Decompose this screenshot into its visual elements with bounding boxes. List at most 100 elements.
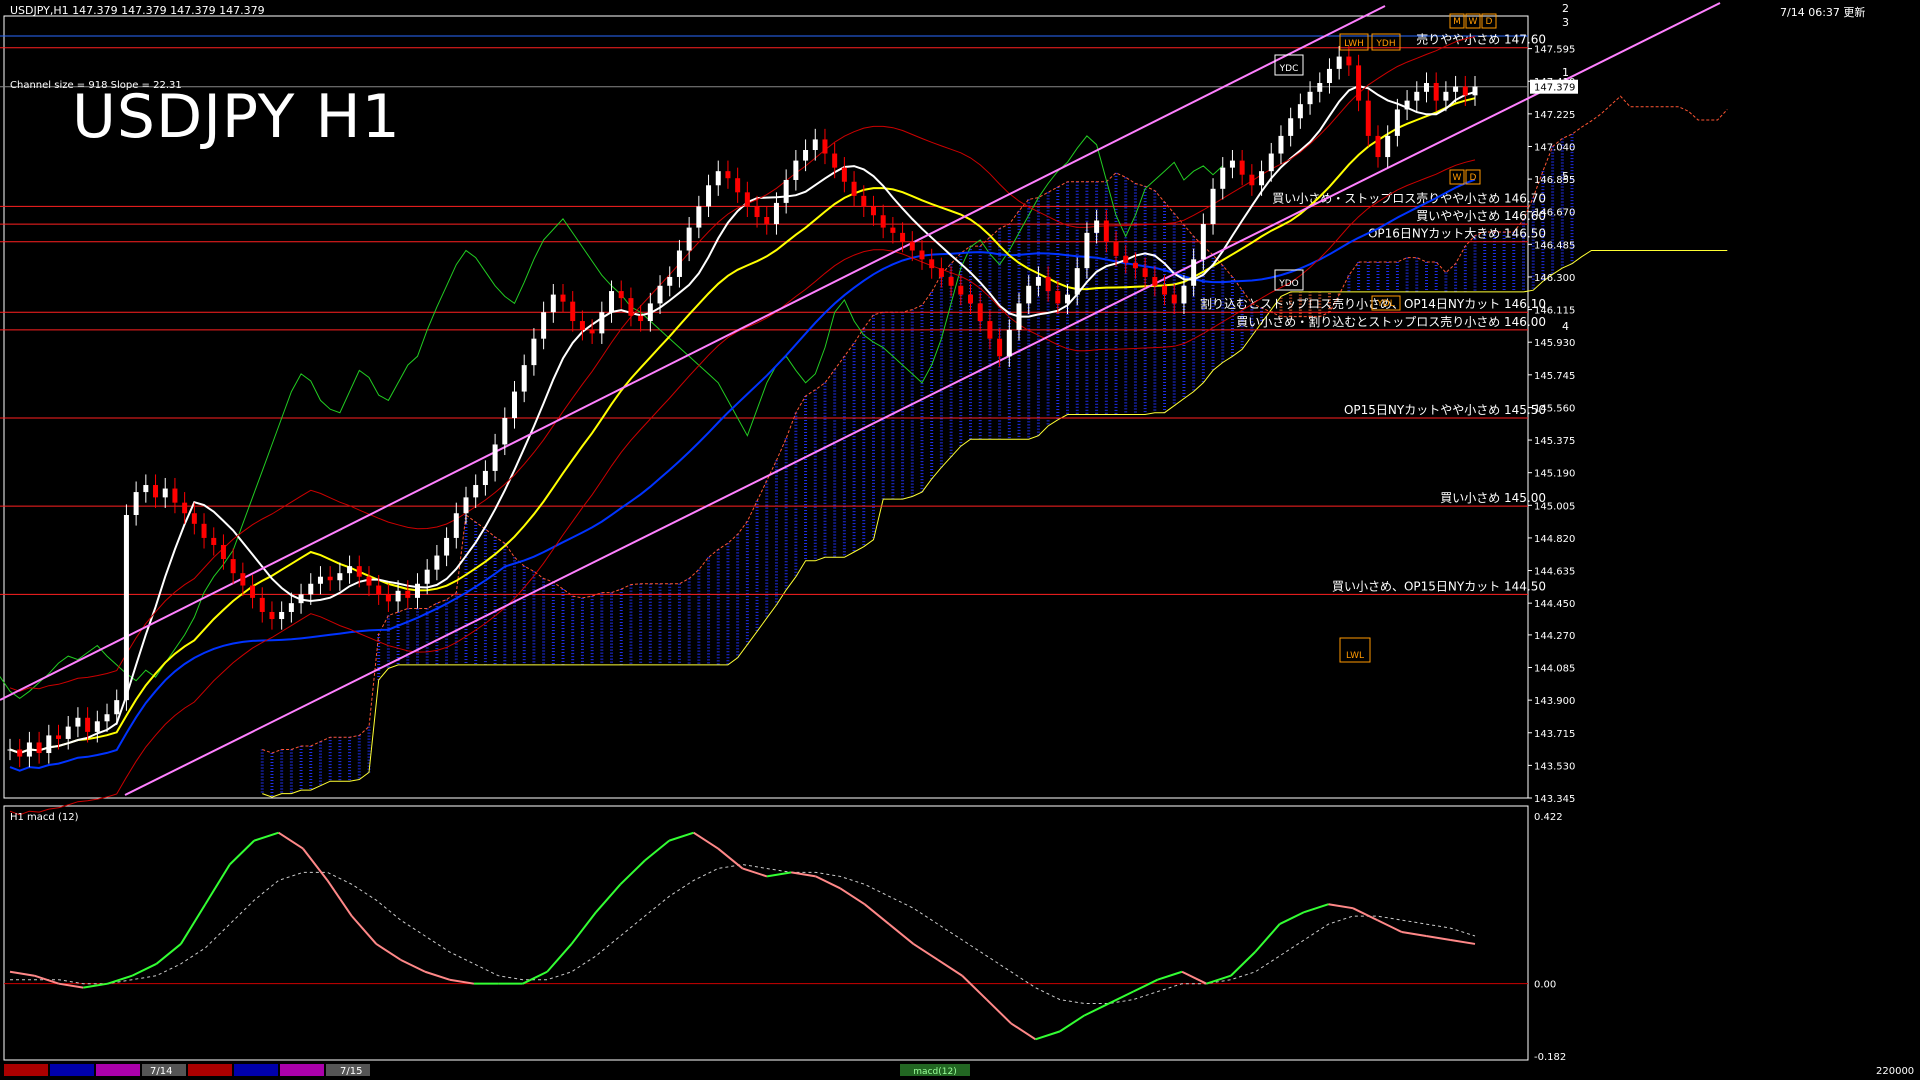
candle-body [1210,188,1216,225]
candle-body [938,268,944,277]
candle-body [783,179,789,203]
candle-body [1006,329,1012,357]
candle-body [667,276,673,286]
candle-body [735,178,741,193]
candle-body [434,555,440,570]
level-label: 買い小さめ・割り込むとストップロス売り小さめ 146.00 [1236,314,1546,329]
candle-body [366,576,372,586]
session-block [234,1064,278,1076]
candle-body [502,418,508,445]
candle-body [347,566,353,574]
candle-body [1065,294,1071,304]
candle-body [1404,100,1410,110]
candle-body [153,485,159,498]
candle-body [1307,91,1313,105]
candle-body [1268,153,1274,172]
candle-body [977,303,983,322]
wave-label: 3 [1562,16,1569,29]
box-label: D [1470,173,1477,183]
macd-tick-label: 0.422 [1534,812,1563,823]
box-label: YDH [1375,39,1395,49]
candle-body [589,329,595,334]
date-label: 7/15 [340,1066,362,1077]
timestamp: 7/14 06:37 更新 [1780,6,1866,19]
level-label: 割り込むとストップロス売り小さめ、OP14日NYカット 146.10 [1200,296,1546,311]
candle-body [861,195,867,207]
candle-body [1229,160,1235,168]
candle-body [987,321,993,339]
box-label: M [1453,17,1461,27]
axis-tick-label: 145.745 [1534,371,1575,382]
candle-body [832,153,838,168]
candle-body [17,749,23,757]
candle-body [676,250,682,277]
candle-body [356,566,362,577]
candle-body [288,603,294,612]
candle-body [521,365,527,392]
candle-body [463,497,469,514]
level-label: 売りやや小さめ 147.60 [1416,32,1546,47]
candle-body [1055,291,1061,304]
candle-body [162,488,168,498]
axis-tick-label: 145.190 [1534,469,1575,480]
candle-body [1045,276,1051,292]
axis-tick-label: 144.820 [1534,534,1575,545]
candle-body [482,470,488,486]
axis-tick-label: 145.930 [1534,338,1575,349]
axis-tick-label: 143.715 [1534,729,1575,740]
candle-body [1181,285,1187,304]
candle-body [7,749,13,751]
candle-body [1433,83,1439,101]
candle-body [56,735,62,739]
session-block [50,1064,94,1076]
current-price-label: 147.379 [1534,83,1575,94]
candle-body [579,321,585,330]
candle-body [560,294,566,302]
candle-body [725,171,731,179]
candle-body [618,291,624,299]
candle-body [793,160,799,180]
indicator-tab-label: macd(12) [913,1067,956,1077]
candle-body [851,181,857,196]
candle-body [570,301,576,322]
candle-body [1171,294,1177,304]
candle-body [948,276,954,286]
session-block [280,1064,324,1076]
candle-body [191,513,197,524]
axis-tick-label: 146.670 [1534,208,1575,219]
axis-tick-label: 144.085 [1534,664,1575,675]
level-label: 買い小さめ 145.00 [1440,491,1546,505]
candle-body [444,537,450,556]
candle-body [1249,174,1255,186]
chart-canvas: 売りやや小さめ 147.60買い小さめ・ストップロス売りやや小さめ 146.70… [0,0,1920,1080]
candle-body [1385,135,1391,158]
candle-body [114,700,120,715]
box-label: YDC [1279,64,1299,74]
session-block [4,1064,48,1076]
candle-body [424,569,430,584]
candle-body [1152,276,1158,286]
axis-tick-label: 147.225 [1534,110,1575,121]
candle-body [1123,255,1129,263]
candle-body [1443,91,1449,101]
level-label: OP15日NYカットやや小さめ 145.50 [1344,403,1546,417]
candle-body [1356,65,1362,101]
box-label: LWH [1344,39,1364,49]
axis-tick-label: 143.900 [1534,696,1575,707]
candle-body [1026,285,1032,304]
candle-body [841,167,847,182]
date-label: 7/14 [150,1066,172,1077]
axis-tick-label: 146.300 [1534,273,1575,284]
candle-body [1365,100,1371,136]
axis-tick-label: 144.450 [1534,599,1575,610]
candle-body [36,742,42,754]
candle-body [240,573,246,586]
candle-body [201,523,207,538]
candle-body [1346,56,1352,66]
wave-label: 2 [1562,2,1569,15]
candle-body [1239,160,1245,175]
candle-body [337,573,343,581]
candle-body [880,215,886,228]
candle-body [1317,83,1323,92]
candle-body [1016,303,1022,330]
